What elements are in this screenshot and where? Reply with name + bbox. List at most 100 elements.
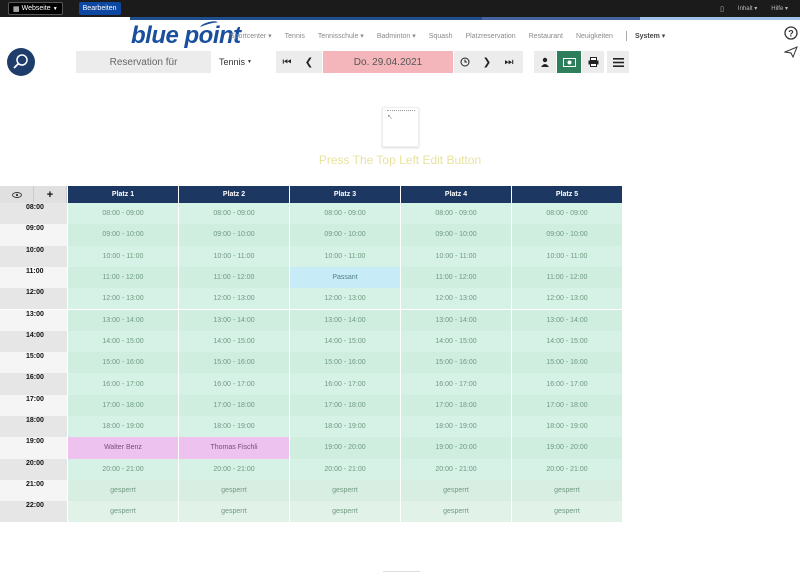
website-menu-button[interactable]: ▦ Webseite ▼ — [8, 2, 63, 15]
slot-cell[interactable]: 16:00 - 17:00 — [401, 373, 512, 395]
next-icon[interactable]: ❯ — [476, 51, 498, 73]
nav-item-badminton[interactable]: Badminton ▾ — [377, 32, 416, 40]
slot-cell[interactable]: 08:00 - 09:00 — [290, 203, 401, 225]
slot-cell[interactable]: 09:00 - 10:00 — [68, 224, 179, 246]
nav-item-sportcenter[interactable]: Sportcenter ▾ — [230, 32, 272, 40]
slot-cell[interactable]: 12:00 - 13:00 — [401, 288, 512, 310]
slot-cell[interactable]: 14:00 - 15:00 — [401, 330, 512, 353]
slot-cell[interactable]: 10:00 - 11:00 — [512, 245, 623, 267]
slot-cell[interactable]: 09:00 - 10:00 — [512, 224, 623, 246]
slot-cell[interactable]: 12:00 - 13:00 — [179, 288, 290, 310]
slot-cell[interactable]: 17:00 - 18:00 — [290, 394, 401, 416]
brand-logo[interactable]: blue point — [131, 22, 241, 50]
slot-cell[interactable]: 18:00 - 19:00 — [290, 416, 401, 438]
slot-cell[interactable]: 10:00 - 11:00 — [68, 245, 179, 267]
slot-cell[interactable]: 08:00 - 09:00 — [512, 203, 623, 225]
slot-cell[interactable]: 15:00 - 16:00 — [290, 352, 401, 374]
nav-item-neuigkeiten[interactable]: Neuigkeiten — [576, 33, 613, 40]
slot-cell[interactable]: 20:00 - 21:00 — [512, 458, 623, 480]
nav-item-platzreservation[interactable]: Platzreservation — [466, 33, 516, 40]
edit-button[interactable]: Bearbeiten — [78, 2, 121, 15]
slot-cell[interactable]: 11:00 - 12:00 — [68, 266, 179, 289]
color-strip-segment — [640, 17, 800, 20]
slot-cell[interactable]: 11:00 - 12:00 — [512, 266, 623, 289]
clock-icon[interactable] — [454, 51, 476, 73]
nav-item-squash[interactable]: Squash — [429, 33, 453, 40]
slot-cell[interactable]: 12:00 - 13:00 — [290, 288, 401, 310]
slot-cell[interactable]: 12:00 - 13:00 — [512, 288, 623, 310]
slot-cell[interactable]: 17:00 - 18:00 — [512, 394, 623, 416]
send-icon[interactable] — [783, 46, 798, 59]
print-icon[interactable] — [582, 51, 604, 73]
slot-cell[interactable]: 12:00 - 13:00 — [68, 288, 179, 310]
slot-cell[interactable]: 17:00 - 18:00 — [68, 394, 179, 416]
slot-cell[interactable]: 18:00 - 19:00 — [512, 416, 623, 438]
slot-cell[interactable]: 14:00 - 15:00 — [512, 330, 623, 353]
slot-cell[interactable]: 11:00 - 12:00 — [401, 266, 512, 289]
list-icon[interactable] — [607, 51, 629, 73]
slot-cell[interactable]: 14:00 - 15:00 — [68, 330, 179, 353]
slot-cell[interactable]: 09:00 - 10:00 — [290, 224, 401, 246]
slot-cell[interactable]: 13:00 - 14:00 — [68, 309, 179, 331]
slot-cell[interactable]: 19:00 - 20:00 — [401, 437, 512, 459]
slot-cell[interactable]: 08:00 - 09:00 — [401, 203, 512, 225]
slot-cell[interactable]: 09:00 - 10:00 — [179, 224, 290, 246]
slot-cell[interactable]: 15:00 - 16:00 — [179, 352, 290, 374]
slot-cell[interactable]: 16:00 - 17:00 — [512, 373, 623, 395]
slot-cell[interactable]: 18:00 - 19:00 — [401, 416, 512, 438]
slot-cell[interactable]: 14:00 - 15:00 — [179, 330, 290, 353]
last-icon[interactable]: ⏭ — [498, 51, 520, 73]
nav-item-system[interactable]: System ▾ — [635, 32, 665, 40]
slot-cell[interactable]: 15:00 - 16:00 — [401, 352, 512, 374]
slot-cell[interactable]: 11:00 - 12:00 — [179, 266, 290, 289]
slot-cell[interactable]: Thomas Fischli — [179, 437, 290, 459]
slot-cell[interactable]: 17:00 - 18:00 — [401, 394, 512, 416]
slot-cell[interactable]: 18:00 - 19:00 — [179, 416, 290, 438]
slot-cell[interactable]: 10:00 - 11:00 — [290, 245, 401, 267]
slot-cell[interactable]: 16:00 - 17:00 — [68, 373, 179, 395]
help-menu[interactable]: Hilfe ▾ — [771, 5, 788, 12]
nav-item-restaurant[interactable]: Restaurant — [529, 33, 563, 40]
page-icon[interactable]: ▯ — [720, 5, 724, 13]
slot-cell[interactable]: 16:00 - 17:00 — [290, 373, 401, 395]
slot-cell[interactable]: 17:00 - 18:00 — [179, 394, 290, 416]
slot-cell[interactable]: 15:00 - 16:00 — [68, 352, 179, 374]
nav-item-tennis[interactable]: Tennis — [285, 33, 305, 40]
eye-icon[interactable] — [0, 186, 34, 203]
grid-header-left: + — [0, 186, 67, 203]
slot-cell[interactable]: 20:00 - 21:00 — [68, 458, 179, 480]
slot-cell[interactable]: 14:00 - 15:00 — [290, 330, 401, 353]
slot-cell[interactable]: 20:00 - 21:00 — [179, 458, 290, 480]
first-icon[interactable]: ⏮ — [276, 51, 298, 73]
date-display[interactable]: Do. 29.04.2021 — [323, 51, 453, 73]
slot-cell[interactable]: 19:00 - 20:00 — [290, 437, 401, 459]
slot-cell[interactable]: 20:00 - 21:00 — [290, 458, 401, 480]
nav-item-tennisschule[interactable]: Tennisschule ▾ — [318, 32, 364, 40]
slot-cell[interactable]: 18:00 - 19:00 — [68, 416, 179, 438]
slot-cell[interactable]: 13:00 - 14:00 — [179, 309, 290, 331]
slot-cell[interactable]: Walter Benz — [68, 437, 179, 459]
slot-cell[interactable]: 20:00 - 21:00 — [401, 458, 512, 480]
slot-cell[interactable]: 13:00 - 14:00 — [512, 309, 623, 331]
slot-cell[interactable]: 10:00 - 11:00 — [401, 245, 512, 267]
plus-icon[interactable]: + — [34, 186, 67, 203]
slot-cell[interactable]: Passant — [290, 266, 401, 289]
user-icon[interactable] — [534, 51, 556, 73]
slot-cell[interactable]: 08:00 - 09:00 — [179, 203, 290, 225]
slot-cell[interactable]: 13:00 - 14:00 — [290, 309, 401, 331]
slot-cell[interactable]: 08:00 - 09:00 — [68, 203, 179, 225]
slot-cell[interactable]: 09:00 - 10:00 — [401, 224, 512, 246]
content-menu[interactable]: Inhalt ▾ — [738, 5, 757, 12]
help-icon[interactable]: ? — [784, 26, 798, 40]
racket-icon[interactable] — [7, 48, 35, 76]
slot-cell[interactable]: 16:00 - 17:00 — [179, 373, 290, 395]
money-icon[interactable] — [557, 51, 581, 73]
slot-cell[interactable]: 13:00 - 14:00 — [401, 309, 512, 331]
slot-cell[interactable]: 10:00 - 11:00 — [179, 245, 290, 267]
slot-cell[interactable]: 15:00 - 16:00 — [512, 352, 623, 374]
sport-select[interactable]: Tennis ▼ — [213, 51, 258, 73]
slot-cell[interactable]: 19:00 - 20:00 — [512, 437, 623, 459]
content-label: Inhalt — [737, 6, 753, 12]
court-header: Platz 3 — [290, 186, 401, 203]
prev-icon[interactable]: ❮ — [298, 51, 320, 73]
